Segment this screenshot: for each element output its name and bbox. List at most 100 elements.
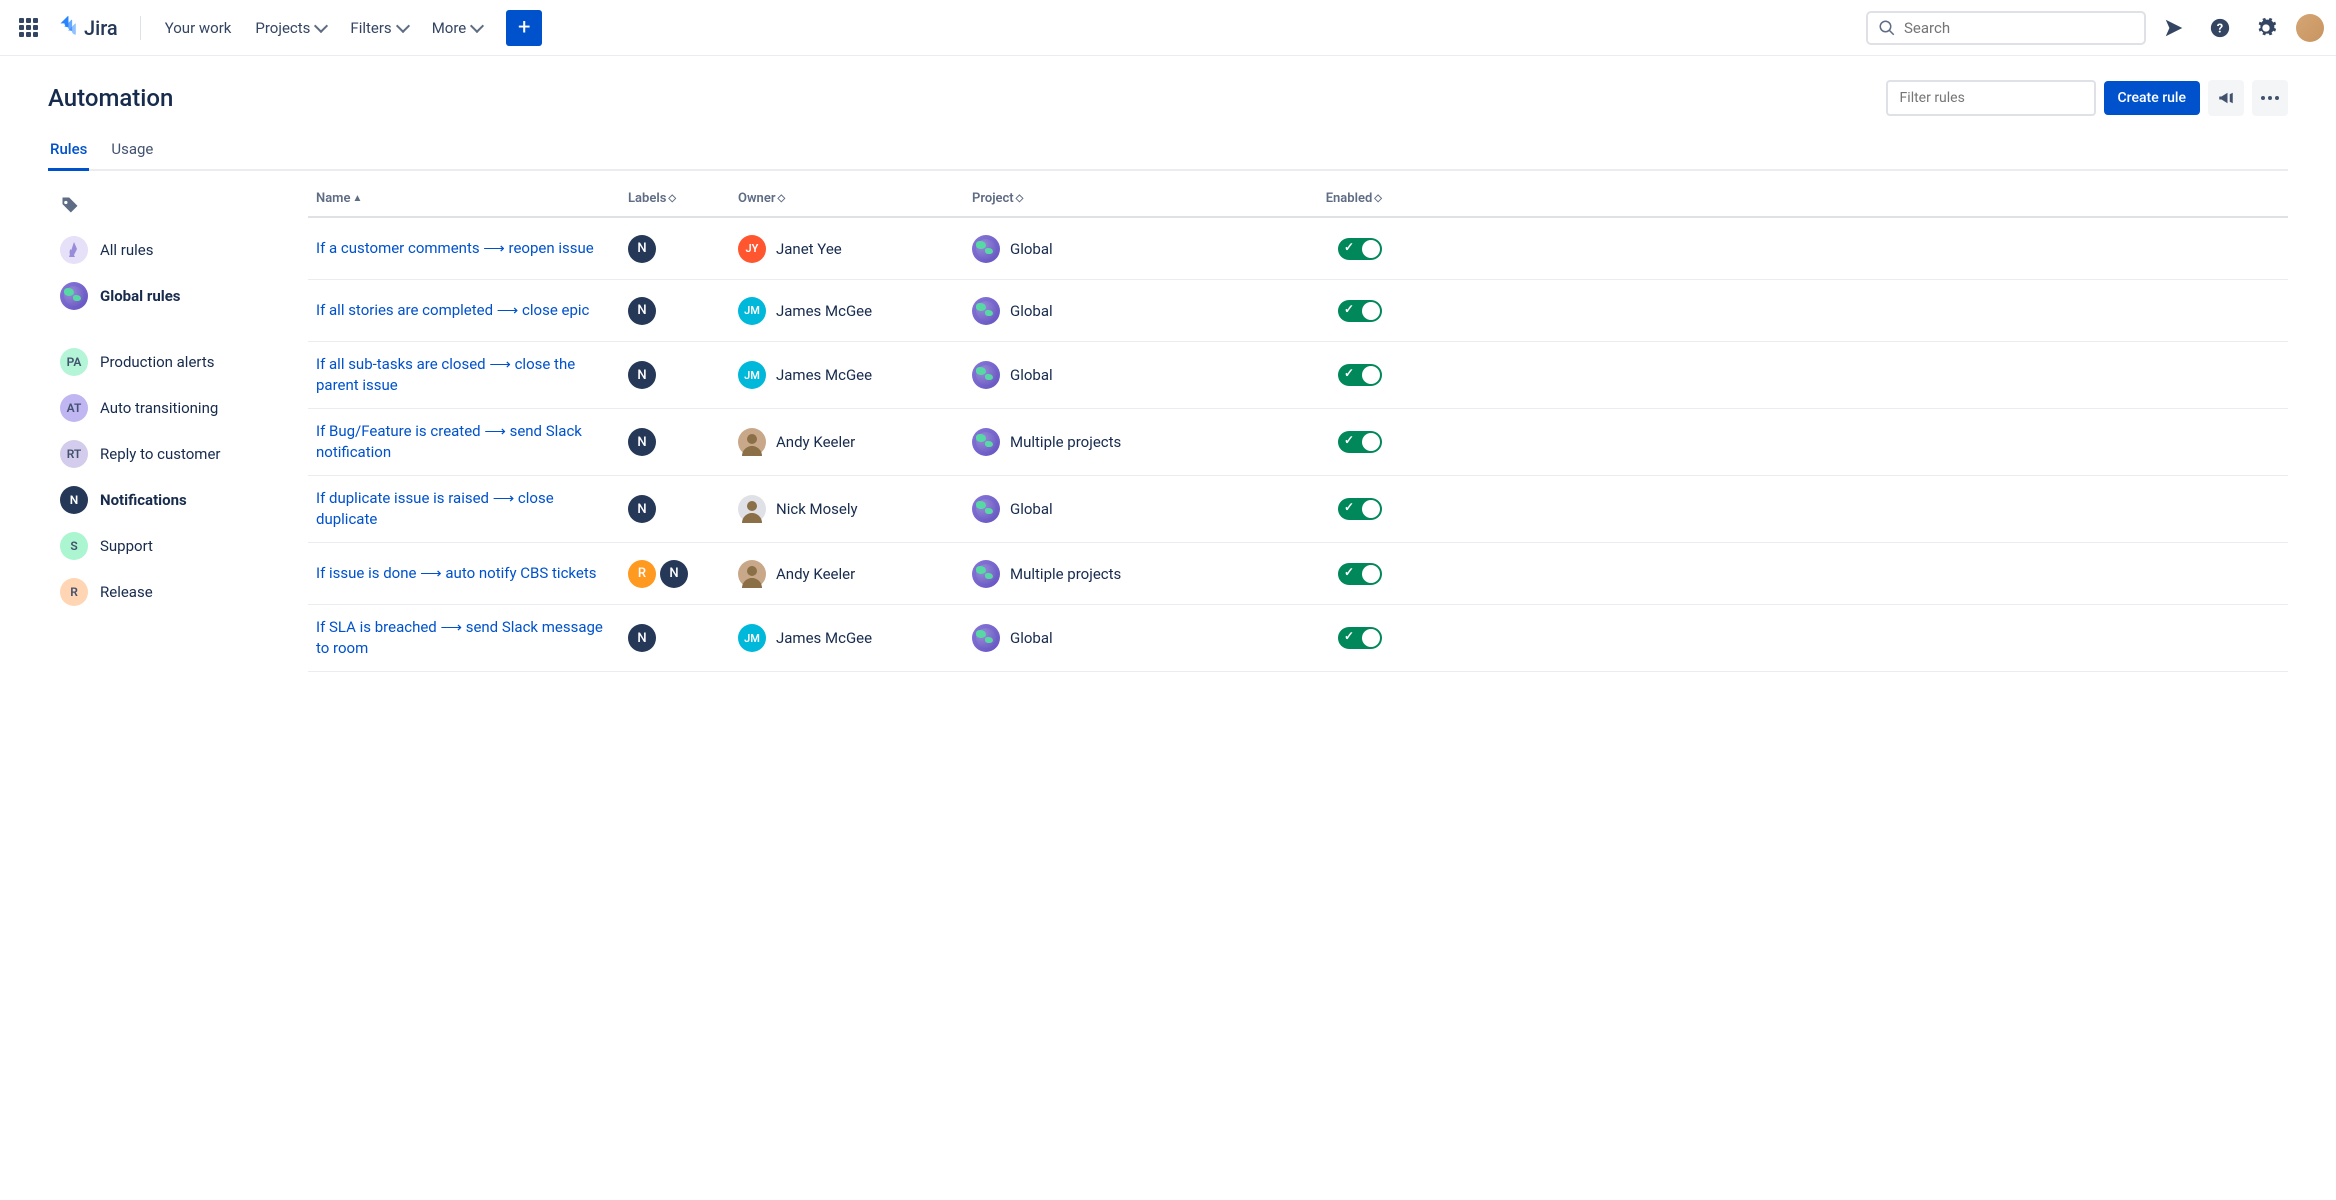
label-badge[interactable]: N — [660, 560, 688, 588]
nav-projects[interactable]: Projects — [245, 11, 336, 45]
labels-cell: N — [628, 297, 738, 325]
rule-name-link[interactable]: If duplicate issue is raised ⟶ close dup… — [308, 488, 628, 530]
sidebar-item-reply-to-customer[interactable]: RTReply to customer — [48, 431, 300, 477]
rules-table: Name▲ Labels◇ Owner◇ Project◇ Enabled◇ I… — [308, 171, 2288, 672]
label-badge[interactable]: N — [628, 297, 656, 325]
globe-icon — [60, 282, 88, 310]
owner-name: Janet Yee — [776, 240, 842, 258]
owner-name: James McGee — [776, 302, 872, 320]
filter-rules-input[interactable] — [1886, 80, 2096, 116]
project-cell: Global — [972, 235, 1302, 263]
label-badge[interactable]: N — [628, 235, 656, 263]
user-avatar[interactable] — [2296, 14, 2324, 42]
sidebar-item-label: All rules — [100, 241, 154, 259]
project-name: Global — [1010, 240, 1053, 258]
col-name-header[interactable]: Name▲ — [308, 191, 628, 206]
sidebar-item-auto-transitioning[interactable]: ATAuto transitioning — [48, 385, 300, 431]
nav-more[interactable]: More — [422, 11, 493, 45]
settings-icon[interactable] — [2248, 10, 2284, 46]
project-cell: Multiple projects — [972, 560, 1302, 588]
jira-icon — [56, 16, 80, 40]
label-badge[interactable]: N — [628, 495, 656, 523]
notifications-icon[interactable] — [2156, 10, 2192, 46]
label-badge[interactable]: N — [628, 361, 656, 389]
label-badge[interactable]: R — [628, 560, 656, 588]
labels-cell: N — [628, 495, 738, 523]
table-row: If issue is done ⟶ auto notify CBS ticke… — [308, 543, 2288, 605]
create-button[interactable]: + — [506, 10, 542, 46]
chevron-down-icon — [470, 18, 484, 32]
project-name: Multiple projects — [1010, 433, 1121, 451]
group-badge: RT — [60, 440, 88, 468]
enabled-cell — [1302, 300, 1382, 322]
jira-logo[interactable]: Jira — [48, 16, 126, 40]
labels-cell: N — [628, 235, 738, 263]
sidebar-item-all-rules[interactable]: All rules — [48, 227, 300, 273]
owner-cell: JY Janet Yee — [738, 235, 972, 263]
enabled-cell — [1302, 238, 1382, 260]
enabled-toggle[interactable] — [1338, 238, 1382, 260]
help-icon[interactable]: ? — [2202, 10, 2238, 46]
enabled-cell — [1302, 563, 1382, 585]
create-rule-button[interactable]: Create rule — [2104, 81, 2200, 115]
rule-name-link[interactable]: If all stories are completed ⟶ close epi… — [308, 300, 628, 321]
rule-name-link[interactable]: If all sub-tasks are closed ⟶ close the … — [308, 354, 628, 396]
app-switcher-icon[interactable] — [12, 12, 44, 44]
sidebar-item-global-rules[interactable]: Global rules — [48, 273, 300, 319]
page-title: Automation — [48, 84, 1886, 112]
enabled-toggle[interactable] — [1338, 563, 1382, 585]
enabled-toggle[interactable] — [1338, 431, 1382, 453]
rule-name-link[interactable]: If Bug/Feature is created ⟶ send Slack n… — [308, 421, 628, 463]
rule-name-link[interactable]: If SLA is breached ⟶ send Slack message … — [308, 617, 628, 659]
enabled-toggle[interactable] — [1338, 364, 1382, 386]
sidebar-item-support[interactable]: SSupport — [48, 523, 300, 569]
nav-filters[interactable]: Filters — [340, 11, 417, 45]
sidebar-item-label: Production alerts — [100, 353, 215, 371]
globe-icon — [972, 560, 1000, 588]
sidebar-item-label: Global rules — [100, 287, 181, 305]
svg-text:?: ? — [2217, 21, 2223, 36]
globe-icon — [972, 297, 1000, 325]
enabled-toggle[interactable] — [1338, 498, 1382, 520]
owner-cell: JMJames McGee — [738, 297, 972, 325]
tab-usage[interactable]: Usage — [109, 132, 155, 171]
project-name: Global — [1010, 629, 1053, 647]
announce-button[interactable] — [2208, 80, 2244, 116]
enabled-toggle[interactable] — [1338, 627, 1382, 649]
sidebar-item-production-alerts[interactable]: PAProduction alerts — [48, 339, 300, 385]
labels-cell: N — [628, 428, 738, 456]
search-input[interactable] — [1904, 19, 2134, 37]
page-content: Automation Create rule Rules Usage All r… — [0, 56, 2336, 696]
owner-name: Nick Mosely — [776, 500, 858, 518]
labels-cell: RN — [628, 560, 738, 588]
more-actions-button[interactable] — [2252, 80, 2288, 116]
project-cell: Global — [972, 297, 1302, 325]
enabled-cell — [1302, 498, 1382, 520]
col-project-header[interactable]: Project◇ — [972, 191, 1302, 206]
project-cell: Global — [972, 361, 1302, 389]
enabled-toggle[interactable] — [1338, 300, 1382, 322]
label-badge[interactable]: N — [628, 624, 656, 652]
col-enabled-header[interactable]: Enabled◇ — [1302, 191, 1382, 206]
owner-avatar: JY — [738, 235, 766, 263]
col-owner-header[interactable]: Owner◇ — [738, 191, 972, 206]
owner-avatar — [738, 560, 766, 588]
table-row: If a customer comments ⟶ reopen issueN JY… — [308, 218, 2288, 280]
owner-avatar: JM — [738, 624, 766, 652]
globe-icon — [972, 235, 1000, 263]
owner-avatar: JM — [738, 361, 766, 389]
tab-rules[interactable]: Rules — [48, 132, 89, 171]
atlassian-icon — [60, 236, 88, 264]
rule-name-link[interactable]: If a customer comments ⟶ reopen issue — [308, 238, 628, 259]
sidebar-item-notifications[interactable]: NNotifications — [48, 477, 300, 523]
labels-cell: N — [628, 624, 738, 652]
rule-name-link[interactable]: If issue is done ⟶ auto notify CBS ticke… — [308, 563, 628, 584]
tabs: Rules Usage — [48, 132, 2288, 171]
nav-your-work[interactable]: Your work — [155, 11, 242, 45]
col-labels-header[interactable]: Labels◇ — [628, 191, 738, 206]
project-cell: Global — [972, 624, 1302, 652]
label-badge[interactable]: N — [628, 428, 656, 456]
search-box[interactable] — [1866, 11, 2146, 45]
project-name: Global — [1010, 366, 1053, 384]
sidebar-item-release[interactable]: RRelease — [48, 569, 300, 615]
